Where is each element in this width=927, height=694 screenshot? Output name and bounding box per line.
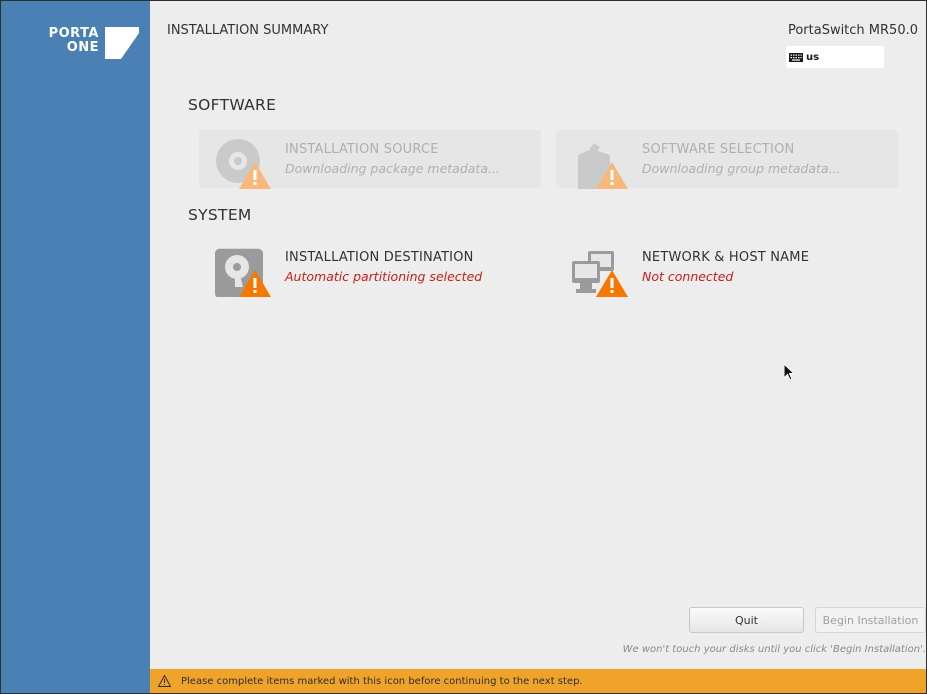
page-title: INSTALLATION SUMMARY <box>167 23 329 38</box>
spoke-title: NETWORK & HOST NAME <box>642 250 810 265</box>
begin-installation-button[interactable]: Begin Installation <box>815 607 926 633</box>
spoke-title: SOFTWARE SELECTION <box>642 142 795 157</box>
disk-safety-hint: We won't touch your disks until you clic… <box>622 644 926 655</box>
mouse-cursor-icon <box>784 364 795 381</box>
warning-badge-icon <box>596 270 628 297</box>
spoke-status: Automatic partitioning selected <box>285 269 483 284</box>
spoke-status: Downloading package metadata... <box>285 161 500 176</box>
porta-one-logo: PORTA ONE <box>31 27 139 61</box>
product-name: PortaSwitch MR50.0 <box>787 23 918 38</box>
spoke-installation-destination[interactable]: INSTALLATION DESTINATION Automatic parti… <box>199 238 541 297</box>
network-icon <box>572 251 628 297</box>
disc-icon <box>216 139 271 189</box>
sidebar: PORTA ONE <box>1 1 150 693</box>
spoke-software-selection[interactable]: SOFTWARE SELECTION Downloading group met… <box>556 130 898 189</box>
warning-message: Please complete items marked with this i… <box>181 675 583 687</box>
keyboard-icon <box>789 52 803 62</box>
section-software-heading: SOFTWARE <box>188 96 277 114</box>
spoke-title: INSTALLATION SOURCE <box>285 142 439 157</box>
section-system-heading: SYSTEM <box>188 206 252 224</box>
spoke-status: Not connected <box>642 269 734 284</box>
keyboard-layout-label: us <box>806 51 820 63</box>
package-icon <box>578 143 628 189</box>
keyboard-layout-indicator[interactable]: us <box>786 46 884 68</box>
logo-mark-icon <box>105 27 139 59</box>
logo-text-bottom: ONE <box>66 40 99 55</box>
quit-button[interactable]: Quit <box>689 607 804 633</box>
installer-window: PORTA ONE INSTALLATION SUMMARY PortaSwit… <box>0 0 927 694</box>
hard-drive-icon <box>215 248 271 297</box>
spoke-network-host-name[interactable]: NETWORK & HOST NAME Not connected <box>556 238 898 297</box>
spoke-title: INSTALLATION DESTINATION <box>285 250 474 265</box>
spoke-installation-source[interactable]: INSTALLATION SOURCE Downloading package … <box>199 130 541 189</box>
spoke-status: Downloading group metadata... <box>642 161 841 176</box>
warning-icon <box>158 675 171 687</box>
main-panel: INSTALLATION SUMMARY PortaSwitch MR50.0 … <box>150 1 926 693</box>
logo-text-top: PORTA <box>48 26 99 41</box>
warning-bar: Please complete items marked with this i… <box>150 669 926 693</box>
